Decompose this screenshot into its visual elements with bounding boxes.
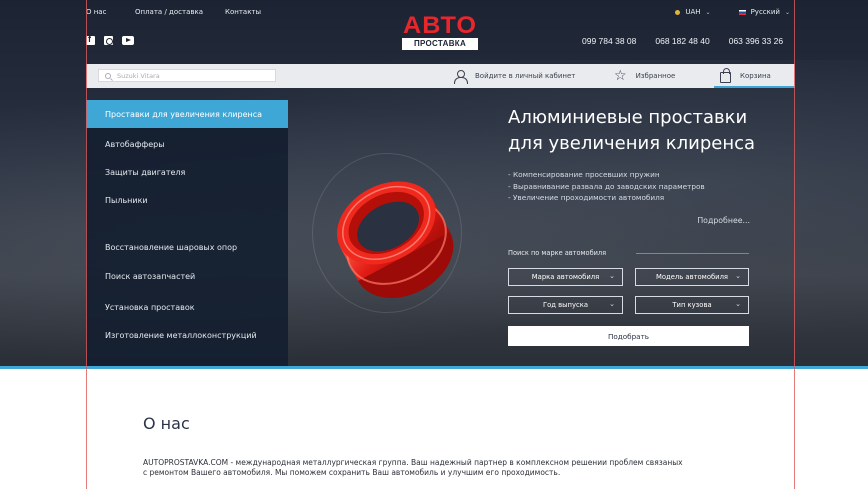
sidebar-item-autobuffers[interactable]: Автобафферы [86, 130, 288, 158]
facebook-icon[interactable] [86, 34, 95, 45]
chevron-down-icon: ⌄ [609, 272, 615, 280]
brand-select[interactable]: Марка автомобиля ⌄ [508, 268, 623, 286]
about-title: О нас [143, 414, 190, 433]
star-icon: ☆ [614, 68, 627, 84]
social-links [86, 34, 134, 45]
more-link[interactable]: Подробнее... [697, 216, 750, 225]
sidebar-item-label: Автобафферы [105, 139, 165, 149]
bullet-item: - Выравнивание развала до заводских пара… [508, 181, 705, 191]
phone-number[interactable]: 099 784 38 08 [582, 36, 636, 46]
image-halo [312, 153, 462, 313]
hero-title: Алюминиевые проставки для увеличения кли… [508, 105, 788, 157]
search-input[interactable]: Suzuki Vitara [98, 69, 276, 82]
cart-underline [714, 86, 794, 88]
login-link[interactable]: Войдите в личный кабинет [454, 64, 575, 88]
cart-link[interactable]: Корзина [720, 64, 771, 88]
phone-number[interactable]: 068 182 48 40 [655, 36, 709, 46]
favorites-label: Избранное [635, 72, 676, 80]
bullet-item: - Компенсирование просевших пружин [508, 170, 660, 179]
body-type-select[interactable]: Тип кузова ⌄ [635, 296, 749, 314]
sidebar-item-spacer-installation[interactable]: Установка проставок [86, 293, 288, 321]
shopping-bag-icon [720, 68, 731, 83]
year-select[interactable]: Год выпуска ⌄ [508, 296, 623, 314]
currency-value: UAH [685, 8, 701, 16]
car-search-label: Поиск по марке автомобиля [508, 249, 607, 257]
logo-top-text: АВТО [402, 12, 477, 39]
about-text: AUTOPROSTAVKA.COM - международная металл… [143, 458, 755, 478]
sidebar-item-label: Защиты двигателя [105, 167, 186, 177]
language-selector[interactable]: Русский ⌄ [738, 8, 790, 16]
chevron-down-icon: ⌄ [784, 8, 790, 16]
year-select-value: Год выпуска [542, 301, 588, 309]
sidebar-item-label: Проставки для увеличения клиренса [105, 109, 263, 119]
category-sidebar: Проставки для увеличения клиренса Автоба… [86, 100, 288, 367]
phone-number[interactable]: 063 396 33 26 [729, 36, 783, 46]
layout-guide [794, 0, 795, 489]
product-image-spacers [312, 153, 462, 313]
sidebar-item-ball-joint-repair[interactable]: Восстановление шаровых опор [86, 233, 288, 261]
body-type-select-value: Тип кузова [672, 301, 712, 309]
hero-title-line: для увеличения клиренса [508, 133, 756, 154]
nav-link-about[interactable]: О нас [86, 8, 135, 22]
model-select-value: Модель автомобиля [655, 273, 729, 281]
sidebar-item-boots[interactable]: Пыльники [86, 186, 288, 214]
site-logo[interactable]: АВТО ПРОСТАВКА [402, 12, 478, 50]
layout-guide [86, 0, 87, 489]
pick-button[interactable]: Подобрать [508, 326, 749, 346]
sidebar-item-parts-search[interactable]: Поиск автозапчастей [86, 262, 288, 290]
user-icon [454, 69, 468, 84]
chevron-down-icon: ⌄ [735, 300, 741, 308]
youtube-icon[interactable] [122, 36, 134, 45]
hero-title-line: Алюминиевые проставки [508, 107, 748, 128]
flag-icon [738, 9, 746, 15]
currency-selector[interactable]: UAH ⌄ [675, 8, 711, 16]
sidebar-item-spacers[interactable]: Проставки для увеличения клиренса [86, 100, 288, 128]
top-navigation: О нас Оплата / доставка Контакты [86, 8, 261, 22]
login-label: Войдите в личный кабинет [475, 72, 576, 80]
hero-bullets: - Компенсирование просевших пружин - Выр… [508, 169, 705, 204]
top-right-controls: UAH ⌄ Русский ⌄ [675, 8, 790, 16]
sidebar-item-label: Пыльники [105, 195, 148, 205]
cart-label: Корзина [740, 72, 771, 80]
search-bar-strip: Suzuki Vitara Войдите в личный кабинет ☆… [86, 64, 795, 88]
chevron-down-icon: ⌄ [735, 272, 741, 280]
hero-section: О нас Оплата / доставка Контакты UAH ⌄ Р… [0, 0, 868, 367]
search-placeholder: Suzuki Vitara [117, 71, 160, 80]
sidebar-item-engine-guards[interactable]: Защиты двигателя [86, 158, 288, 186]
sidebar-item-label: Изготовление металлоконструкций [105, 330, 257, 340]
chevron-down-icon: ⌄ [705, 8, 711, 16]
about-text-line: AUTOPROSTAVKA.COM - международная металл… [143, 458, 683, 467]
sidebar-item-label: Восстановление шаровых опор [105, 242, 238, 252]
chevron-down-icon: ⌄ [609, 300, 615, 308]
bullet-item: - Увеличение проходимости автомобиля [508, 193, 665, 202]
search-icon [105, 72, 111, 79]
nav-link-contacts[interactable]: Контакты [225, 8, 261, 22]
language-value: Русский [750, 8, 780, 16]
nav-link-payment-delivery[interactable]: Оплата / доставка [135, 8, 225, 22]
hero-bottom-accent [0, 366, 868, 369]
favorites-link[interactable]: ☆ Избранное [614, 64, 675, 88]
logo-bottom-text: ПРОСТАВКА [402, 38, 478, 50]
divider [636, 253, 749, 254]
coin-icon [675, 9, 681, 15]
sidebar-item-label: Установка проставок [105, 302, 195, 312]
sidebar-item-metal-fabrication[interactable]: Изготовление металлоконструкций [86, 321, 288, 349]
instagram-icon[interactable] [104, 36, 113, 45]
about-text-line: с ремонтом Вашего автомобиля. Мы поможем… [143, 468, 561, 477]
brand-select-value: Марка автомобиля [531, 273, 600, 281]
model-select[interactable]: Модель автомобиля ⌄ [635, 268, 749, 286]
phone-numbers: 099 784 38 08 068 182 48 40 063 396 33 2… [582, 36, 783, 46]
sidebar-item-label: Поиск автозапчастей [105, 271, 196, 281]
